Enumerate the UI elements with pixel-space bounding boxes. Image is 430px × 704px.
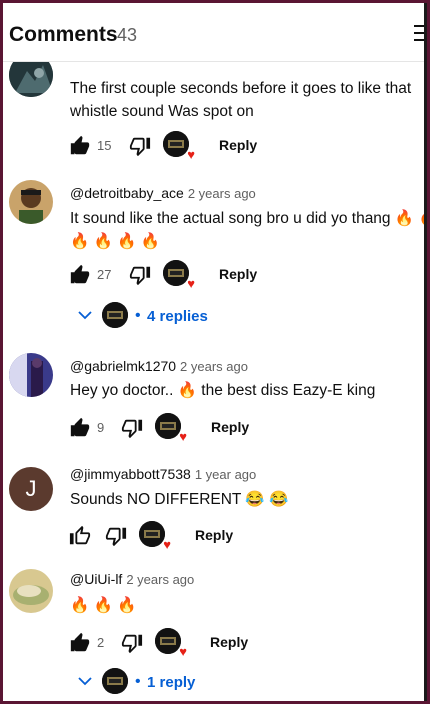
comment-actions: ♥ Reply [69, 521, 369, 552]
heart-icon: ♥ [187, 276, 195, 291]
replies-count: 4 replies [147, 308, 208, 325]
comments-panel: Comments 43 The first couple seconds bef… [3, 3, 427, 701]
reply-button[interactable]: Reply [210, 634, 248, 650]
comment-author[interactable]: @gabrielmk1270 [70, 358, 176, 374]
avatar[interactable]: J [9, 467, 53, 511]
avatar-letter: J [25, 476, 37, 501]
comment-text: Hey yo doctor.. 🔥 the best diss Eazy-E k… [70, 382, 376, 399]
heart-icon: ♥ [163, 537, 171, 552]
comments-count: 43 [117, 25, 138, 45]
separator-dot: • [135, 673, 141, 690]
thumbs-down-icon[interactable] [121, 417, 143, 439]
comment-text: Sounds NO DIFFERENT 😂 😂 [70, 491, 289, 508]
comment-author[interactable]: @detroitbaby_ace [70, 185, 184, 201]
avatar[interactable] [9, 569, 53, 613]
thumbs-down-icon[interactable] [105, 525, 127, 547]
thumbs-down-icon[interactable] [121, 632, 143, 654]
chevron-down-icon [78, 311, 92, 320]
creator-heart-badge: ♥ [163, 131, 195, 162]
like-count: 9 [97, 420, 105, 435]
creator-heart-badge: ♥ [155, 413, 187, 444]
thumbs-up-icon[interactable] [69, 135, 91, 157]
comment-actions: 15 ♥ Reply [69, 131, 369, 162]
creator-avatar [102, 302, 128, 328]
reply-button[interactable]: Reply [219, 137, 257, 153]
creator-heart-badge: ♥ [155, 628, 187, 659]
reply-button[interactable]: Reply [211, 419, 249, 435]
creator-heart-badge: ♥ [163, 260, 195, 291]
comments-header: Comments 43 [3, 3, 424, 62]
comment-text: The first couple seconds before it goes … [70, 80, 412, 120]
comment-text: 🔥 🔥 🔥 [70, 597, 137, 614]
thumbs-up-icon[interactable] [69, 417, 91, 439]
thumbs-up-icon[interactable] [69, 525, 91, 547]
creator-avatar [102, 668, 128, 694]
separator-dot: • [135, 307, 141, 324]
creator-heart-badge: ♥ [139, 521, 171, 552]
comment-actions: 9 ♥ Reply [69, 413, 369, 444]
comments-title: Comments [9, 23, 118, 46]
comment-author[interactable]: @jimmyabbott7538 [70, 466, 191, 482]
heart-icon: ♥ [187, 147, 195, 162]
avatar[interactable] [9, 180, 53, 224]
sort-menu-icon[interactable] [414, 25, 424, 46]
comment-time: 2 years ago [187, 186, 256, 201]
like-count: 15 [97, 138, 112, 153]
comment-author[interactable]: @UiUi-lf [70, 571, 122, 587]
comment-actions: 27 ♥ Reply [69, 260, 369, 291]
comment-time: 1 year ago [194, 467, 257, 482]
replies-count: 1 reply [147, 674, 196, 691]
view-replies-button[interactable]: • 1 reply [77, 668, 377, 699]
comment-time: 2 years ago [180, 359, 248, 374]
heart-icon: ♥ [179, 644, 187, 659]
like-count: 2 [97, 635, 105, 650]
chevron-down-icon [78, 677, 92, 686]
comment-time: 2 years ago [126, 572, 195, 587]
view-replies-button[interactable]: • 4 replies [77, 302, 377, 333]
reply-button[interactable]: Reply [195, 527, 233, 543]
like-count: 27 [97, 267, 112, 282]
thumbs-down-icon[interactable] [129, 264, 151, 286]
thumbs-down-icon[interactable] [129, 135, 151, 157]
thumbs-up-icon[interactable] [69, 632, 91, 654]
comment-text: It sound like the actual song bro u did … [70, 210, 427, 250]
avatar[interactable] [9, 353, 53, 397]
reply-button[interactable]: Reply [219, 266, 257, 282]
thumbs-up-icon[interactable] [69, 264, 91, 286]
comment-actions: 2 ♥ Reply [69, 628, 369, 659]
heart-icon: ♥ [179, 429, 187, 444]
